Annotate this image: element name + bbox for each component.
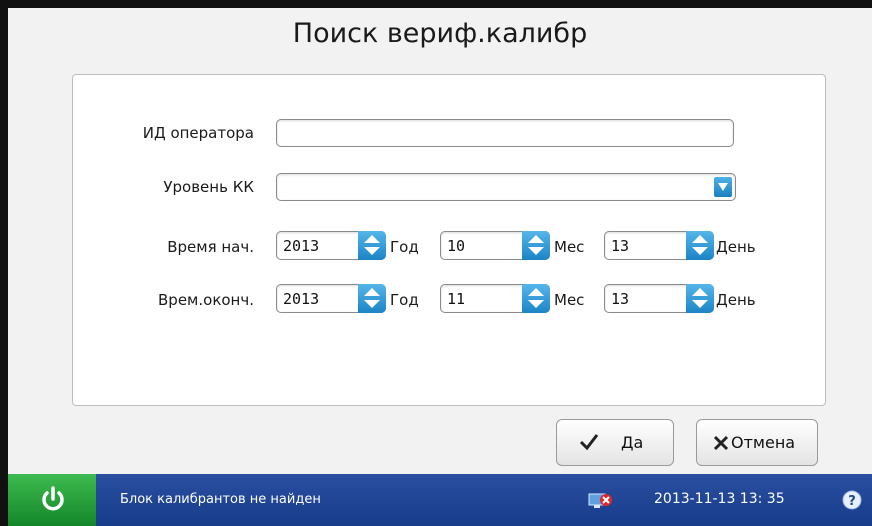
help-icon[interactable]: ?: [842, 490, 862, 514]
start-month-value[interactable]: 10: [447, 237, 465, 255]
ok-button-label: Да: [621, 433, 644, 452]
start-month-spinner[interactable]: 10: [440, 231, 550, 260]
end-month-spinner[interactable]: 11: [440, 284, 550, 313]
spinner-arrows-icon[interactable]: [686, 284, 714, 313]
start-month-unit: Мес: [554, 238, 585, 256]
end-month-unit: Мес: [554, 291, 585, 309]
end-time-label: Врем.оконч.: [158, 291, 254, 309]
operator-id-input[interactable]: [276, 119, 734, 147]
spinner-arrows-icon[interactable]: [522, 231, 550, 260]
status-datetime: 2013-11-13 13: 35: [654, 491, 785, 507]
close-icon: [713, 435, 729, 455]
ok-button[interactable]: Да: [556, 419, 674, 466]
status-bar: Блок калибрантов не найден 2013-11-13 13…: [8, 474, 872, 526]
spinner-arrows-icon[interactable]: [358, 284, 386, 313]
end-day-value[interactable]: 13: [611, 290, 629, 308]
svg-text:?: ?: [848, 494, 856, 509]
spinner-arrows-icon[interactable]: [686, 231, 714, 260]
operator-id-label: ИД оператора: [142, 124, 254, 142]
start-day-spinner[interactable]: 13: [604, 231, 714, 260]
end-year-spinner[interactable]: 2013: [276, 284, 386, 313]
cancel-button[interactable]: Отмена: [696, 419, 818, 466]
end-day-unit: День: [716, 291, 756, 309]
chevron-down-icon[interactable]: [714, 177, 732, 197]
qc-level-label: Уровень КК: [163, 178, 254, 196]
power-button[interactable]: [8, 474, 96, 526]
start-year-value[interactable]: 2013: [283, 237, 319, 255]
end-day-spinner[interactable]: 13: [604, 284, 714, 313]
spinner-arrows-icon[interactable]: [522, 284, 550, 313]
network-error-icon[interactable]: [588, 491, 614, 515]
start-day-value[interactable]: 13: [611, 237, 629, 255]
dialog-title: Поиск вериф.калибр: [292, 18, 588, 49]
start-time-label: Время нач.: [167, 238, 254, 256]
start-year-unit: Год: [390, 238, 419, 256]
start-day-unit: День: [716, 238, 756, 256]
power-icon: [42, 486, 64, 511]
start-year-spinner[interactable]: 2013: [276, 231, 386, 260]
qc-level-select[interactable]: [276, 173, 736, 201]
dialog-screen: Поиск вериф.калибр ИД оператора Уровень …: [8, 8, 872, 526]
end-year-value[interactable]: 2013: [283, 290, 319, 308]
end-year-unit: Год: [390, 291, 419, 309]
status-message: Блок калибрантов не найден: [120, 492, 321, 507]
end-month-value[interactable]: 11: [447, 290, 465, 308]
spinner-arrows-icon[interactable]: [358, 231, 386, 260]
check-icon: [579, 433, 599, 455]
cancel-button-label: Отмена: [731, 433, 796, 452]
